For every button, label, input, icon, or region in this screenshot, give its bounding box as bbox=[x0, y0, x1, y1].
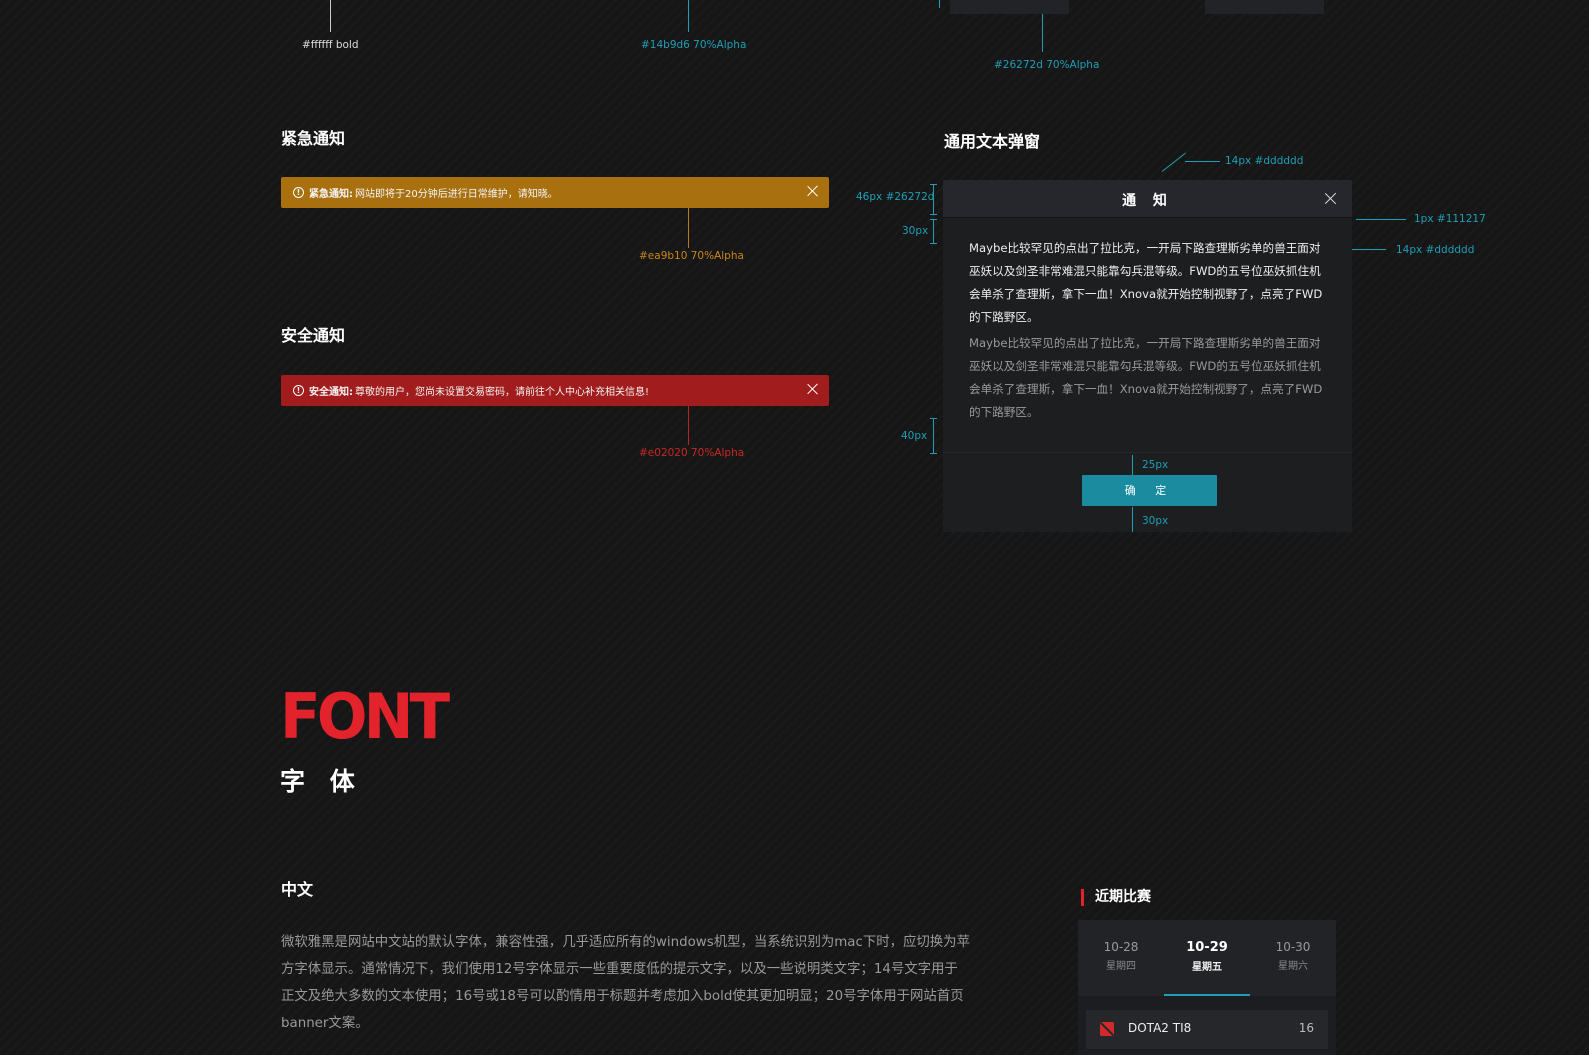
annotation-body-font: 14px #dddddd bbox=[1396, 244, 1475, 256]
font-logo: FONT bbox=[280, 680, 450, 753]
annotation-bracket bbox=[930, 219, 937, 244]
annotation-line bbox=[688, 208, 689, 248]
annotation-line bbox=[1132, 507, 1133, 532]
annotation-line bbox=[1132, 455, 1133, 475]
annotation-bracket bbox=[930, 418, 937, 454]
security-message: 尊敬的用户，您尚未设置交易密码，请前往个人中心补充相关信息! bbox=[355, 387, 650, 398]
tab-10-30[interactable]: 10-30 星期六 bbox=[1250, 940, 1336, 972]
annotation-bracket bbox=[930, 184, 937, 215]
dialog-divider bbox=[943, 452, 1352, 453]
dialog-title: 通 知 bbox=[1122, 193, 1173, 209]
chinese-subsection-title: 中文 bbox=[281, 880, 314, 899]
annotation-line bbox=[688, 0, 689, 32]
urgent-section-title: 紧急通知 bbox=[281, 129, 346, 148]
annotation-border: 1px #111217 bbox=[1414, 213, 1486, 225]
dialog-section-title: 通用文本弹窗 bbox=[944, 132, 1041, 151]
tab-date: 10-30 bbox=[1275, 940, 1311, 954]
close-icon[interactable] bbox=[806, 382, 820, 396]
urgent-message: 网站即将于20分钟后进行日常维护，请知晓。 bbox=[355, 189, 558, 200]
active-tab-indicator bbox=[1164, 994, 1250, 996]
annotation-line bbox=[1185, 161, 1220, 162]
annotation-leader bbox=[1161, 152, 1186, 172]
dialog-paragraph-primary: Maybe比较罕见的点出了拉比克，一开局下路查理斯劣单的兽王面对巫妖以及剑圣非常… bbox=[969, 241, 1323, 324]
annotation-gap: 25px bbox=[1142, 459, 1169, 471]
date-tabs: 10-28 星期四 10-29 星期五 10-30 星期六 bbox=[1078, 920, 1336, 996]
annotation-header-height: 46px #26272d bbox=[856, 191, 935, 203]
security-label: 安全通知: bbox=[309, 387, 353, 398]
close-icon[interactable] bbox=[1324, 191, 1338, 205]
urgent-color-note: #ea9b10 70%Alpha bbox=[639, 250, 744, 262]
tab-date: 10-29 bbox=[1186, 940, 1228, 955]
tab-weekday: 星期六 bbox=[1278, 961, 1308, 972]
annotation-line bbox=[1356, 219, 1406, 220]
close-icon[interactable] bbox=[806, 184, 820, 198]
recent-matches-panel: 10-28 星期四 10-29 星期五 10-30 星期六 DOTA2 TI8 … bbox=[1078, 920, 1336, 1055]
annotation-gap: 30px bbox=[1142, 515, 1169, 527]
tab-weekday: 星期五 bbox=[1192, 962, 1222, 973]
annotation-gray-alpha: #26272d 70%Alpha bbox=[994, 59, 1100, 71]
alert-icon: ! bbox=[293, 385, 304, 396]
dialog-paragraph-secondary: Maybe比较罕见的点出了拉比克，一开局下路查理斯劣单的兽王面对巫妖以及剑圣非常… bbox=[969, 336, 1323, 419]
match-row[interactable]: DOTA2 TI8 16 bbox=[1086, 1010, 1328, 1049]
match-count: 16 bbox=[1298, 1021, 1314, 1035]
annotation-gap: 30px bbox=[902, 225, 929, 237]
annotation-title-font: 14px #dddddd bbox=[1225, 155, 1304, 167]
tab-date: 10-28 bbox=[1103, 940, 1139, 954]
security-section-title: 安全通知 bbox=[281, 326, 346, 345]
preview-block bbox=[1205, 0, 1324, 14]
annotation-line bbox=[330, 0, 331, 32]
font-section-title: 字 体 bbox=[280, 767, 363, 796]
alert-icon: ! bbox=[293, 187, 304, 198]
notice-dialog: 通 知 Maybe比较罕见的点出了拉比克，一开局下路查理斯劣单的兽王面对巫妖以及… bbox=[943, 180, 1352, 532]
title-accent-bar bbox=[1081, 889, 1084, 906]
match-name: DOTA2 TI8 bbox=[1128, 1021, 1192, 1035]
annotation-white-bold: #ffffff bold bbox=[302, 39, 359, 51]
tab-weekday: 星期四 bbox=[1106, 961, 1136, 972]
urgent-label: 紧急通知: bbox=[309, 189, 353, 200]
tab-10-28[interactable]: 10-28 星期四 bbox=[1078, 940, 1164, 972]
annotation-line bbox=[688, 406, 689, 445]
font-description: 微软雅黑是网站中文站的默认字体，兼容性强，几乎适应所有的windows机型，当系… bbox=[281, 935, 970, 1031]
annotation-line bbox=[939, 0, 940, 8]
urgent-notice-bar: ! 紧急通知: 网站即将于20分钟后进行日常维护，请知晓。 bbox=[281, 177, 829, 208]
security-notice-bar: ! 安全通知: 尊敬的用户，您尚未设置交易密码，请前往个人中心补充相关信息! bbox=[281, 375, 829, 406]
preview-block bbox=[950, 0, 1069, 14]
annotation-cyan-alpha: #14b9d6 70%Alpha bbox=[641, 39, 747, 51]
dota2-icon bbox=[1100, 1022, 1114, 1036]
recent-matches-title: 近期比赛 bbox=[1095, 889, 1151, 905]
annotation-gap: 40px bbox=[901, 430, 928, 442]
security-color-note: #e02020 70%Alpha bbox=[639, 447, 745, 459]
tab-10-29[interactable]: 10-29 星期五 bbox=[1164, 940, 1250, 973]
confirm-button[interactable]: 确 定 bbox=[1082, 475, 1217, 506]
annotation-line bbox=[1042, 14, 1043, 52]
dialog-header: 通 知 bbox=[943, 180, 1352, 218]
